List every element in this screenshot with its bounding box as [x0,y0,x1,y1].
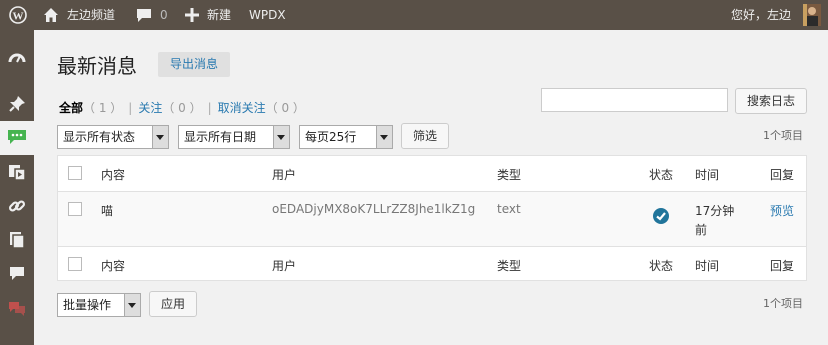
row-content: 喵 [101,204,114,218]
admin-bar: W 左边频道 0 新建 WPDX 您好，左边 [0,0,828,30]
chevron-down-icon [376,126,392,148]
menu-links[interactable] [0,190,34,224]
comments-link[interactable]: 0 [136,0,168,30]
column-footer-reply[interactable]: 回复 [770,257,794,274]
menu-messages[interactable] [0,121,34,155]
chevron-down-icon [152,126,168,148]
column-header-time[interactable]: 时间 [695,166,719,183]
view-unfollowed-count: （ 0 ） [265,101,305,115]
menu-media[interactable] [0,156,34,190]
site-home-link[interactable]: 左边频道 [43,0,115,30]
pages-icon [8,231,26,252]
row-checkbox[interactable] [68,202,82,216]
date-select-value: 显示所有日期 [184,130,257,144]
wpdx-link[interactable]: WPDX [249,0,286,30]
status-select-value: 显示所有状态 [63,130,136,144]
new-label: 新建 [207,8,232,22]
wordpress-logo-icon[interactable]: W [8,0,28,30]
admin-side-menu [0,30,34,345]
menu-pages[interactable] [0,224,34,258]
view-followed[interactable]: 关注 [138,101,162,115]
comment-icon [136,7,152,23]
table-header-row: 内容 用户 类型 状态 时间 回复 [58,156,806,192]
view-unfollowed[interactable]: 取消关注 [218,101,266,115]
per-page-select-value: 每页25行 [305,130,357,144]
comments-count: 0 [160,8,168,22]
column-footer-status[interactable]: 状态 [649,257,673,274]
column-header-content[interactable]: 内容 [101,166,125,183]
row-time-line2: 前 [695,223,708,237]
greeting-link[interactable]: 您好，左边 [731,0,791,30]
feedback-icon [8,299,26,320]
table-row: 喵 oEDADjyMX8oK7LLrZZ8Jhe1lkZ1g text 17分钟… [58,192,806,246]
site-name: 左边频道 [67,8,116,22]
menu-dashboard[interactable] [0,42,34,76]
plus-icon [185,8,199,22]
new-content-link[interactable]: 新建 [185,0,231,30]
items-count-top: 1个项目 [763,129,803,142]
filter-button[interactable]: 筛选 [401,123,449,149]
menu-feedback[interactable] [0,292,34,326]
date-select[interactable]: 显示所有日期 [178,125,290,149]
comment-bubble-icon [8,265,26,286]
view-all-count: （ 1 ） [83,101,123,115]
export-messages-button[interactable]: 导出消息 [158,52,230,77]
column-header-reply[interactable]: 回复 [770,166,794,183]
column-header-user[interactable]: 用户 [272,166,296,183]
menu-comments[interactable] [0,258,34,292]
column-header-status[interactable]: 状态 [649,166,673,183]
view-all[interactable]: 全部 [59,101,83,115]
items-count-bottom: 1个项目 [763,297,803,310]
link-icon [8,197,26,218]
row-preview-link[interactable]: 预览 [770,202,794,219]
row-time-line1: 17分钟 [695,204,735,218]
bulk-actions-select[interactable]: 批量操作 [57,293,141,317]
apply-button[interactable]: 应用 [149,291,197,317]
column-footer-time[interactable]: 时间 [695,257,719,274]
avatar[interactable] [803,4,821,26]
column-footer-content[interactable]: 内容 [101,257,125,274]
messages-table: 内容 用户 类型 状态 时间 回复 喵 oEDADjyMX8oK7LLrZZ8J… [57,155,807,281]
media-icon [8,163,26,184]
status-select[interactable]: 显示所有状态 [57,125,169,149]
chevron-down-icon [124,294,140,316]
dashboard-icon [8,49,26,70]
home-icon [43,7,59,23]
pin-icon [8,95,26,116]
row-type: text [497,202,521,216]
chevron-down-icon [273,126,289,148]
bulk-actions-value: 批量操作 [63,298,112,312]
menu-posts[interactable] [0,88,34,122]
column-footer-user[interactable]: 用户 [272,257,296,274]
column-footer-type[interactable]: 类型 [497,257,521,274]
table-footer-row: 内容 用户 类型 状态 时间 回复 [58,246,806,282]
select-all-checkbox-footer[interactable] [68,257,82,271]
svg-text:W: W [13,11,24,23]
checkmark-icon [653,208,669,224]
view-followed-count: （ 0 ） [162,101,202,115]
column-header-type[interactable]: 类型 [497,166,521,183]
chat-icon [7,128,27,149]
search-input[interactable] [541,88,728,112]
select-all-checkbox[interactable] [68,166,82,180]
search-button[interactable]: 搜索日志 [735,88,807,114]
per-page-select[interactable]: 每页25行 [299,125,393,149]
row-user: oEDADjyMX8oK7LLrZZ8Jhe1lkZ1g [272,202,476,216]
view-filters: 全部（ 1 ） | 关注（ 0 ） | 取消关注（ 0 ） [59,101,305,115]
page-title: 最新消息 [57,54,137,78]
